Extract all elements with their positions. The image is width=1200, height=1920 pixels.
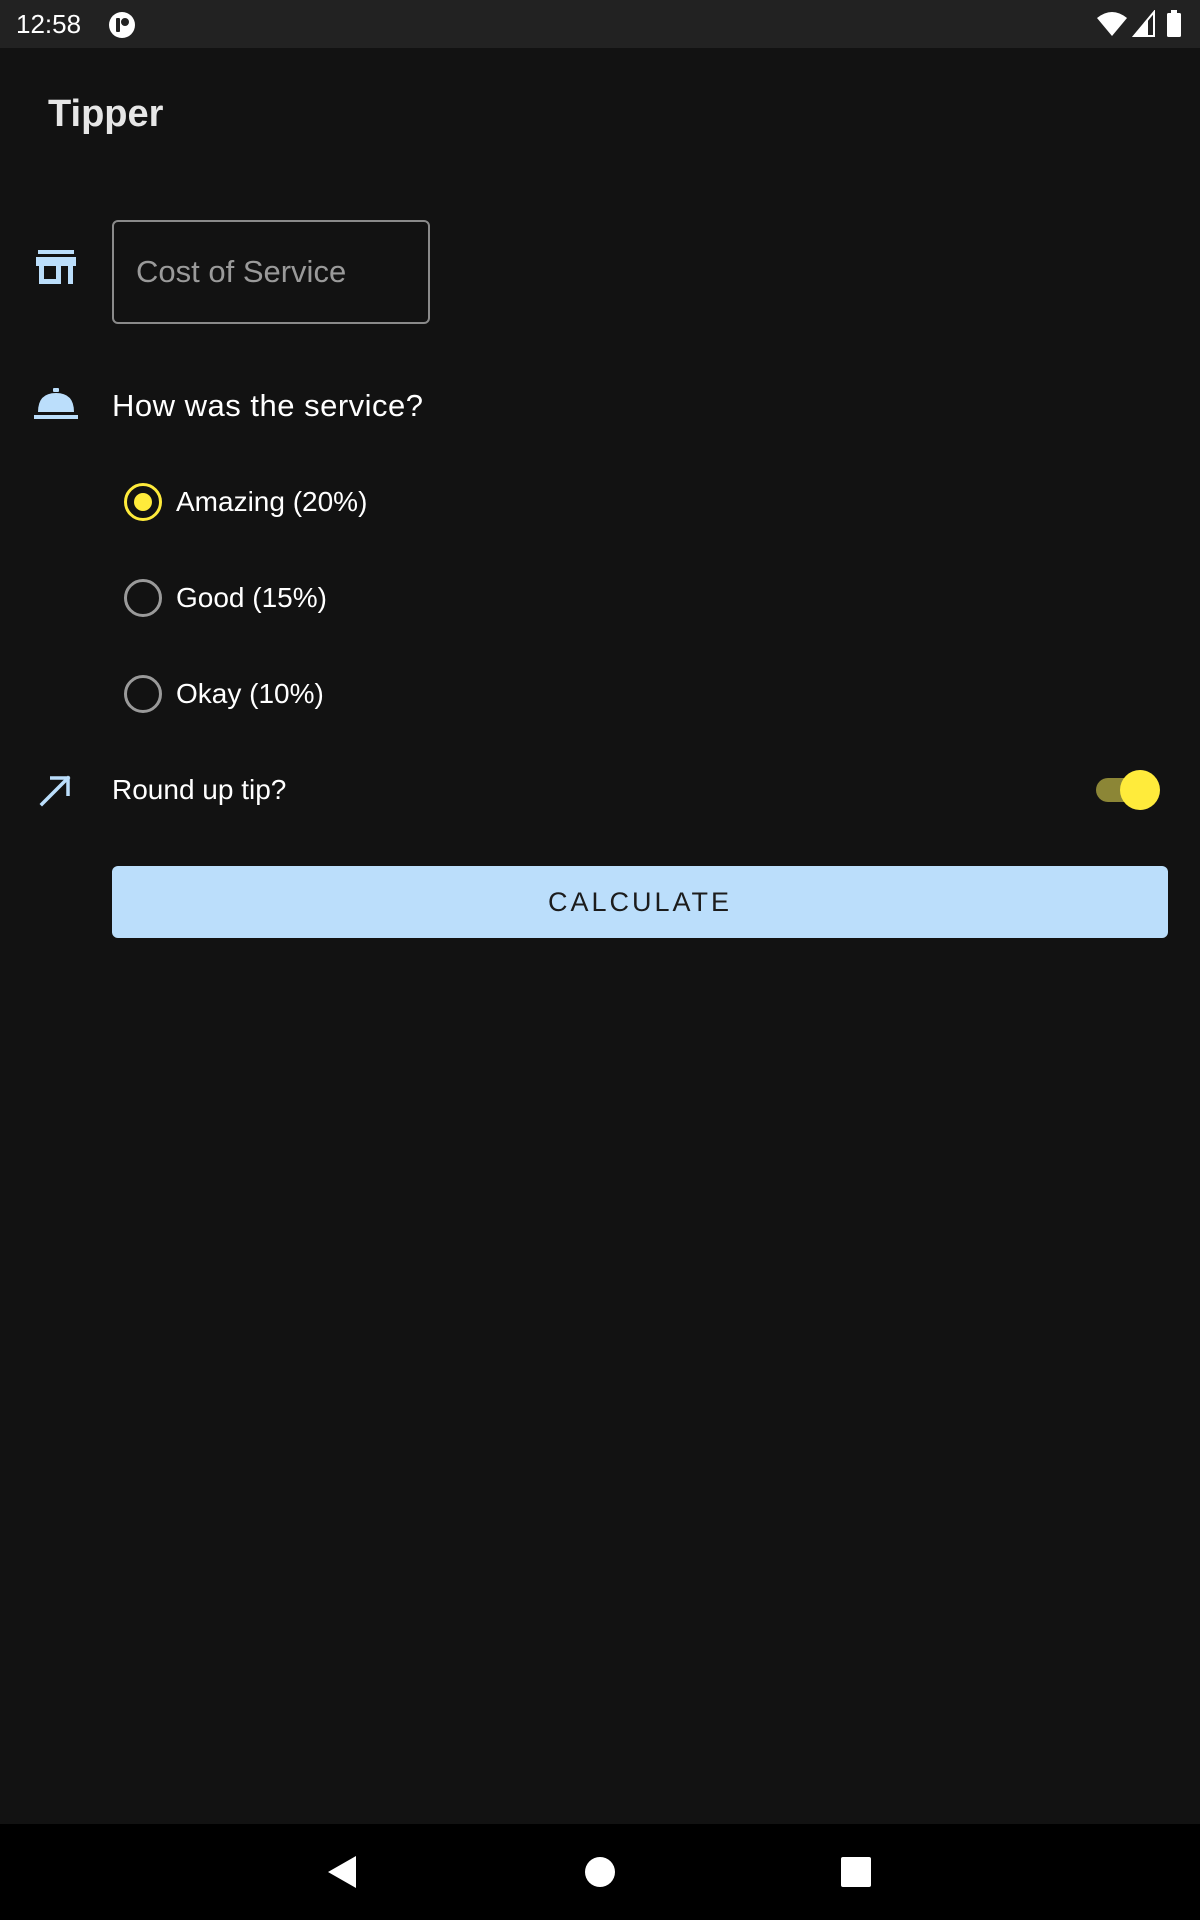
app-screen: 12:58 Tipper Cost of Service How was the…	[0, 0, 1200, 1920]
app-notification-icon	[109, 12, 135, 38]
cost-of-service-field[interactable]	[112, 220, 430, 324]
battery-icon	[1167, 10, 1181, 37]
radio-button-unchecked[interactable]	[124, 579, 162, 617]
radio-amazing[interactable]: Amazing (20%)	[120, 472, 620, 532]
radio-label: Okay (10%)	[176, 678, 324, 709]
calculate-button[interactable]: CALCULATE	[112, 866, 1168, 938]
home-icon[interactable]	[578, 1850, 622, 1894]
radio-okay[interactable]: Okay (10%)	[120, 664, 620, 724]
radio-label: Amazing (20%)	[176, 486, 368, 517]
radio-good[interactable]: Good (15%)	[120, 568, 620, 628]
round-up-label: Round up tip?	[112, 774, 287, 805]
cost-of-service-input[interactable]	[136, 222, 416, 322]
round-up-switch[interactable]	[1094, 768, 1162, 812]
status-icons	[1096, 10, 1186, 38]
status-bar: 12:58	[0, 0, 1200, 48]
room-service-bell-icon	[34, 388, 78, 419]
radio-button-unchecked[interactable]	[124, 675, 162, 713]
recents-icon[interactable]	[834, 1850, 878, 1894]
radio-label: Good (15%)	[176, 582, 327, 613]
wifi-icon	[1097, 12, 1127, 36]
switch-thumb[interactable]	[1120, 770, 1160, 810]
arrow-up-right-icon	[39, 775, 71, 807]
app-title: Tipper	[48, 93, 164, 135]
service-question: How was the service?	[112, 388, 424, 423]
radio-button-checked[interactable]	[124, 483, 162, 521]
store-icon	[36, 250, 76, 284]
back-icon[interactable]	[320, 1850, 364, 1894]
signal-icon	[1132, 10, 1155, 37]
navigation-bar	[0, 1824, 1200, 1920]
radio-dot	[134, 493, 152, 511]
status-time: 12:58	[16, 9, 82, 39]
